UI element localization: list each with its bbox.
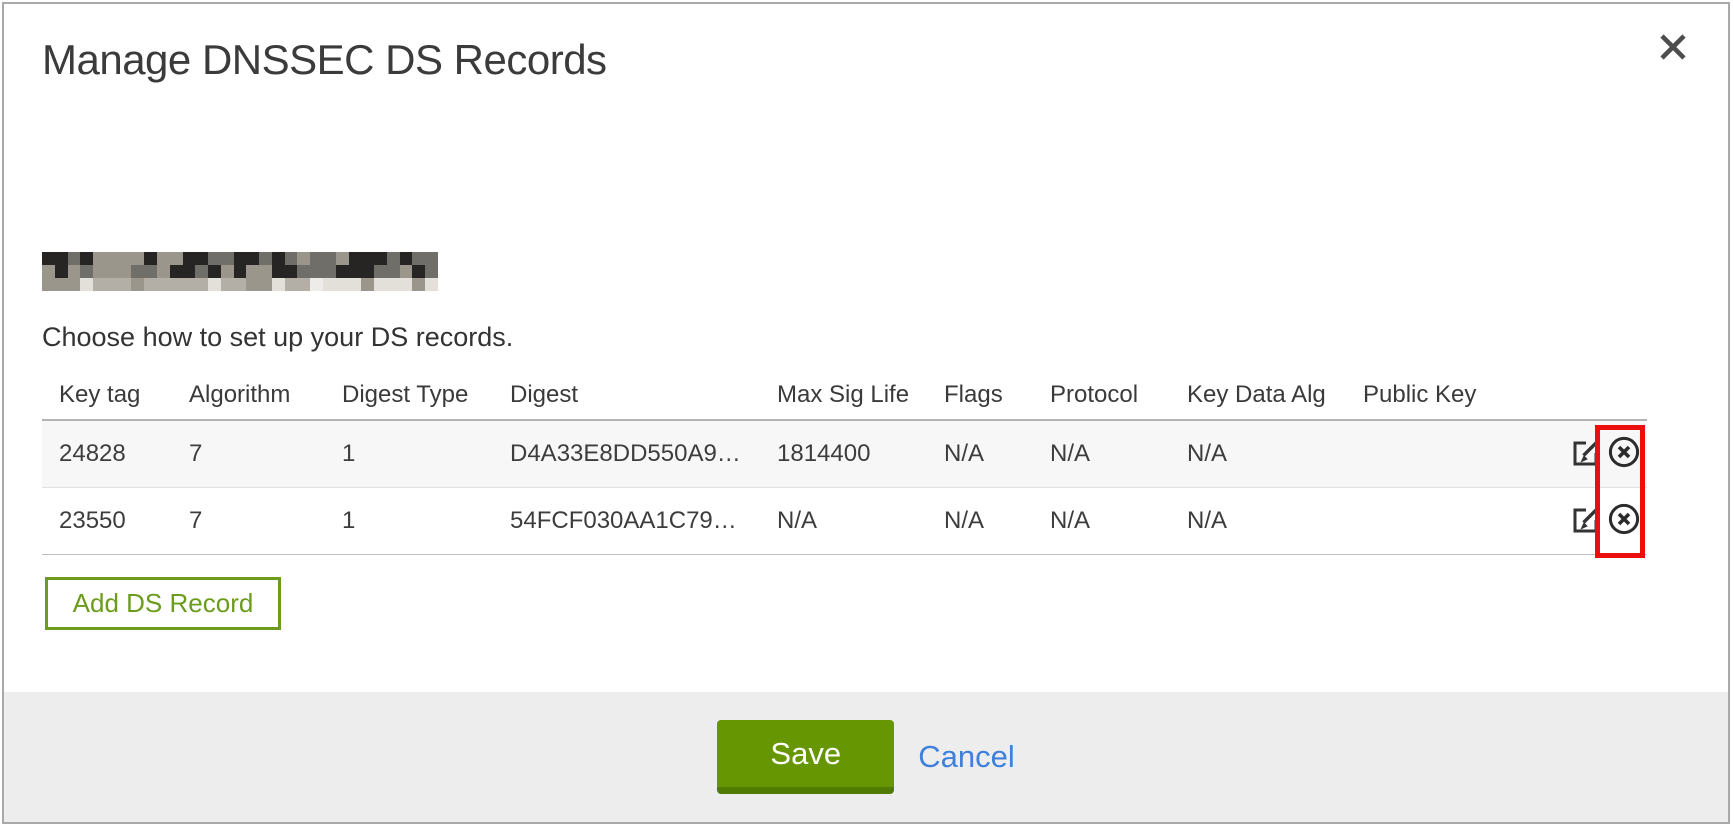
redacted-domain-name [42, 252, 438, 291]
cell-public-key [1346, 487, 1506, 554]
cell-protocol: N/A [1033, 420, 1170, 487]
cell-key-data-alg: N/A [1170, 487, 1346, 554]
header-key-tag: Key tag [42, 370, 172, 420]
cell-flags: N/A [927, 487, 1033, 554]
header-digest: Digest [493, 370, 760, 420]
cell-digest: 54FCF030AA1C79… [493, 487, 760, 554]
header-public-key: Public Key [1346, 370, 1506, 420]
ds-record-row: 24828 7 1 D4A33E8DD550A9… 1814400 N/A N/… [42, 420, 1647, 487]
instruction-text: Choose how to set up your DS records. [42, 322, 513, 353]
modal-footer: Save Cancel [4, 692, 1728, 822]
cell-algorithm: 7 [172, 420, 325, 487]
manage-dnssec-modal: Manage DNSSEC DS Records Choose how to s… [2, 2, 1730, 824]
header-protocol: Protocol [1033, 370, 1170, 420]
edit-pencil-icon [1569, 502, 1603, 539]
cell-public-key [1346, 420, 1506, 487]
save-button-label: Save [770, 736, 841, 772]
cell-flags: N/A [927, 420, 1033, 487]
add-ds-record-button[interactable]: Add DS Record [45, 577, 281, 630]
delete-record-button[interactable] [1605, 435, 1643, 473]
table-header-row: Key tag Algorithm Digest Type Digest Max… [42, 370, 1647, 420]
cell-actions [1506, 487, 1647, 554]
modal-title: Manage DNSSEC DS Records [42, 36, 607, 84]
close-icon [1659, 33, 1687, 66]
ds-record-row: 23550 7 1 54FCF030AA1C79… N/A N/A N/A N/… [42, 487, 1647, 554]
save-button[interactable]: Save [717, 720, 894, 794]
cell-key-tag: 23550 [42, 487, 172, 554]
add-ds-record-label: Add DS Record [73, 588, 254, 619]
cell-max-sig-life: 1814400 [760, 420, 927, 487]
delete-record-button[interactable] [1605, 502, 1643, 540]
cell-algorithm: 7 [172, 487, 325, 554]
cell-key-tag: 24828 [42, 420, 172, 487]
header-algorithm: Algorithm [172, 370, 325, 420]
cell-actions [1506, 420, 1647, 487]
header-flags: Flags [927, 370, 1033, 420]
edit-record-button[interactable] [1567, 435, 1605, 473]
header-key-data-alg: Key Data Alg [1170, 370, 1346, 420]
header-digest-type: Digest Type [325, 370, 493, 420]
cell-protocol: N/A [1033, 487, 1170, 554]
x-circle-icon [1606, 501, 1642, 540]
cell-digest: D4A33E8DD550A9… [493, 420, 760, 487]
cell-digest-type: 1 [325, 420, 493, 487]
cell-digest-type: 1 [325, 487, 493, 554]
close-button[interactable] [1656, 32, 1690, 66]
cell-max-sig-life: N/A [760, 487, 927, 554]
edit-pencil-icon [1569, 435, 1603, 472]
ds-records-table: Key tag Algorithm Digest Type Digest Max… [42, 370, 1647, 555]
cancel-link[interactable]: Cancel [918, 739, 1015, 775]
cell-key-data-alg: N/A [1170, 420, 1346, 487]
header-actions [1506, 370, 1647, 420]
x-circle-icon [1606, 434, 1642, 473]
edit-record-button[interactable] [1567, 502, 1605, 540]
header-max-sig-life: Max Sig Life [760, 370, 927, 420]
